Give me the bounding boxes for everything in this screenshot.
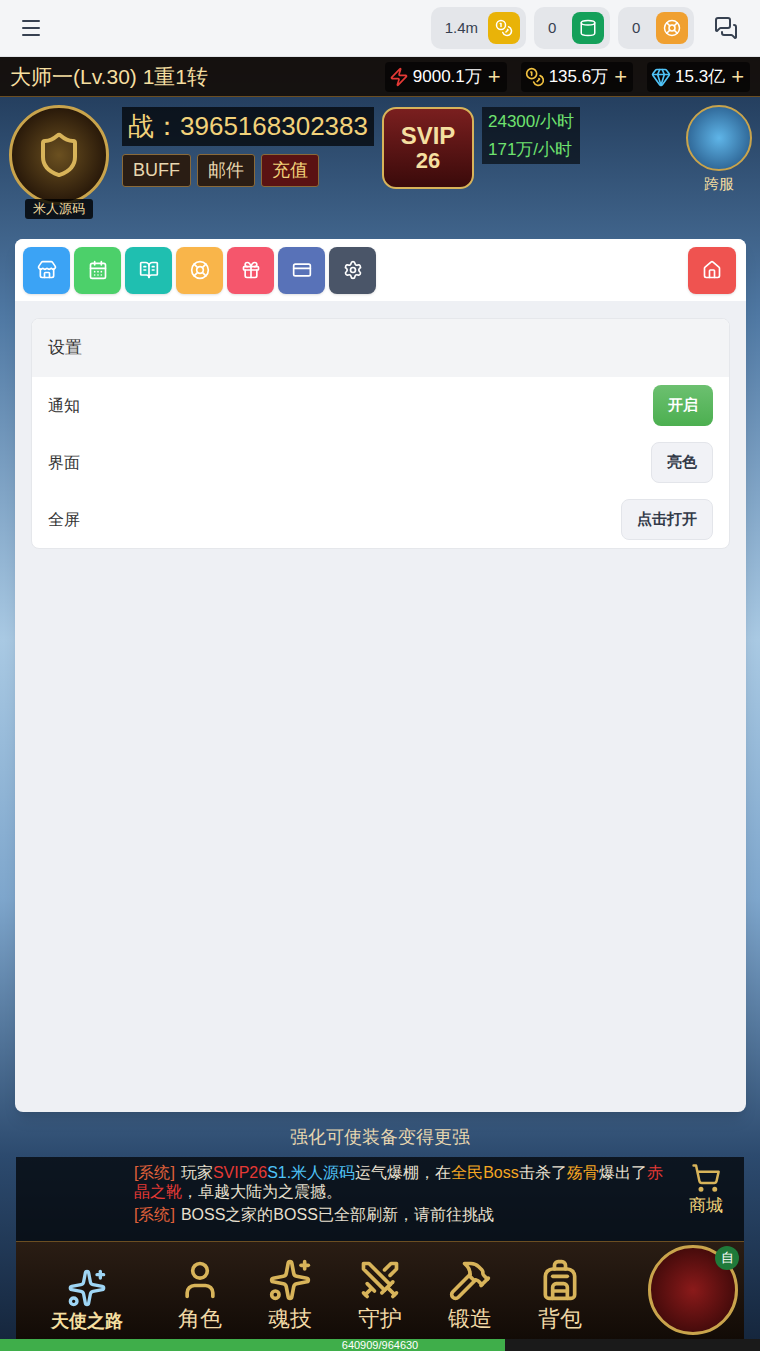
avatar-name: 米人源码 (25, 199, 93, 219)
currency-value: 1.4m (445, 17, 478, 40)
currency-pill[interactable]: 1.4m (431, 7, 526, 49)
setting-label: 全屏 (48, 508, 80, 532)
shop-button[interactable]: 商城 (676, 1163, 736, 1219)
chat-button[interactable] (710, 12, 742, 44)
tab-icon (37, 260, 57, 280)
tab-icon (292, 260, 312, 280)
resource-icon (525, 67, 545, 87)
tab-icon (139, 260, 159, 280)
hud-button[interactable]: BUFF (122, 154, 191, 187)
nav-item[interactable]: 锻造 (428, 1258, 512, 1335)
overlay-panel: 设置通知 开启界面 亮色全屏 点击打开 (15, 239, 746, 1112)
currency-icon (495, 19, 513, 37)
hud: 米人源码 战：3965168302383 BUFF邮件充值 SVIP26 24300/小… (0, 97, 760, 219)
resource-value: 135.6万 (549, 64, 609, 90)
setting-label: 通知 (48, 394, 80, 418)
currency-icon (579, 19, 597, 37)
currency-icon-box (488, 12, 520, 44)
currency-value: 0 (548, 17, 556, 40)
panel-tab[interactable] (74, 247, 121, 294)
resource-value: 9000.1万 (413, 64, 482, 90)
tab-icon (241, 260, 261, 280)
setting-label: 界面 (48, 451, 80, 475)
menu-button[interactable] (18, 15, 44, 41)
currency-icon (663, 19, 681, 37)
app: 1.4m00大师一(Lv.30) 1重1转9000.1万+135.6万+15.3… (0, 0, 760, 1351)
rate: 171万/小时 (488, 137, 574, 163)
nav-item[interactable]: 背包 (518, 1258, 602, 1335)
home-icon (702, 260, 722, 280)
panel-tab[interactable] (23, 247, 70, 294)
currency-pill[interactable]: 0 (618, 7, 694, 49)
nav-icon (538, 1258, 582, 1302)
resource-add[interactable]: + (729, 66, 746, 88)
nav-icon (358, 1258, 402, 1302)
panel-tab[interactable] (125, 247, 172, 294)
resource[interactable]: 135.6万+ (521, 62, 633, 92)
vip-badge[interactable]: SVIP26 (382, 107, 474, 189)
shop-icon (691, 1163, 721, 1193)
settings-card: 设置通知 开启界面 亮色全屏 点击打开 (31, 318, 730, 549)
chat-line: [系统]BOSS之家的BOSS已全部刷新，请前往挑战 (134, 1205, 668, 1224)
tab-icon (88, 260, 108, 280)
currency-icon-box (656, 12, 688, 44)
power: 战：3965168302383 (122, 107, 374, 146)
setting-button[interactable]: 亮色 (651, 442, 713, 483)
exp-reading: 640909/964630 (0, 1339, 760, 1351)
top-bar: 1.4m 0 0 (0, 0, 760, 57)
resource[interactable]: 9000.1万+ (385, 62, 507, 92)
nav-icon (268, 1258, 312, 1302)
player-name: 大师一(Lv.30) 1重1转 (10, 61, 208, 93)
currency-pill[interactable]: 0 (534, 7, 610, 49)
road-icon (67, 1268, 107, 1308)
cross-server[interactable]: 跨服 (686, 105, 752, 196)
panel-tab[interactable] (176, 247, 223, 294)
avatar-icon (35, 131, 83, 179)
tab-icon (190, 260, 210, 280)
hud-button[interactable]: 邮件 (197, 154, 255, 187)
card-header: 设置 (32, 319, 729, 377)
chat-area: [系统]玩家SVIP26S1.米人源码运气爆棚，在全民Boss击杀了殇骨爆出了赤… (16, 1157, 744, 1241)
nav-item[interactable]: 魂技 (248, 1258, 332, 1335)
tab-icon (343, 260, 363, 280)
resource-add[interactable]: + (486, 66, 503, 88)
setting-row: 通知 开启 (32, 377, 729, 434)
avatar[interactable]: 米人源码 (4, 105, 114, 219)
home-button[interactable] (688, 247, 736, 294)
chat-icon (714, 16, 738, 40)
setting-button[interactable]: 开启 (653, 385, 713, 426)
currency-icon-box (572, 12, 604, 44)
nav-item[interactable]: 角色 (158, 1258, 242, 1335)
nav-icon (448, 1258, 492, 1302)
resource-value: 15.3亿 (675, 64, 725, 90)
exp-fill (0, 1339, 505, 1351)
setting-button[interactable]: 点击打开 (621, 499, 713, 540)
hint: 强化可使装备变得更强 (290, 1124, 470, 1151)
setting-row: 界面 亮色 (32, 434, 729, 491)
chat-line: [系统]玩家SVIP26S1.米人源码运气爆棚，在全民Boss击杀了殇骨爆出了赤… (134, 1163, 668, 1201)
nav-item[interactable]: 守护 (338, 1258, 422, 1335)
panel-tab[interactable] (329, 247, 376, 294)
panel-tab[interactable] (278, 247, 325, 294)
menu-icon (19, 16, 43, 40)
game-view: 大师一(Lv.30) 1重1转9000.1万+135.6万+15.3亿+米人源码… (0, 57, 760, 1351)
resource-icon (651, 67, 671, 87)
auto-button[interactable]: 自 (628, 1245, 738, 1335)
resource-add[interactable]: + (612, 66, 629, 88)
resource[interactable]: 15.3亿+ (647, 62, 750, 92)
resource-bar: 大师一(Lv.30) 1重1转9000.1万+135.6万+15.3亿+ (0, 57, 760, 97)
resource-icon (389, 67, 409, 87)
panel-tab[interactable] (227, 247, 274, 294)
currency-value: 0 (632, 17, 640, 40)
panel-toolbar (15, 239, 746, 301)
setting-row: 全屏 点击打开 (32, 491, 729, 548)
bottom-nav: 天使之路角色魂技守护锻造背包自 (16, 1241, 744, 1339)
exp-bar: 640909/964630 (0, 1339, 760, 1351)
nav-icon (178, 1258, 222, 1302)
hud-button[interactable]: 充值 (261, 154, 319, 187)
road-button[interactable]: 天使之路 (22, 1268, 152, 1335)
rate: 24300/小时 (488, 109, 574, 135)
